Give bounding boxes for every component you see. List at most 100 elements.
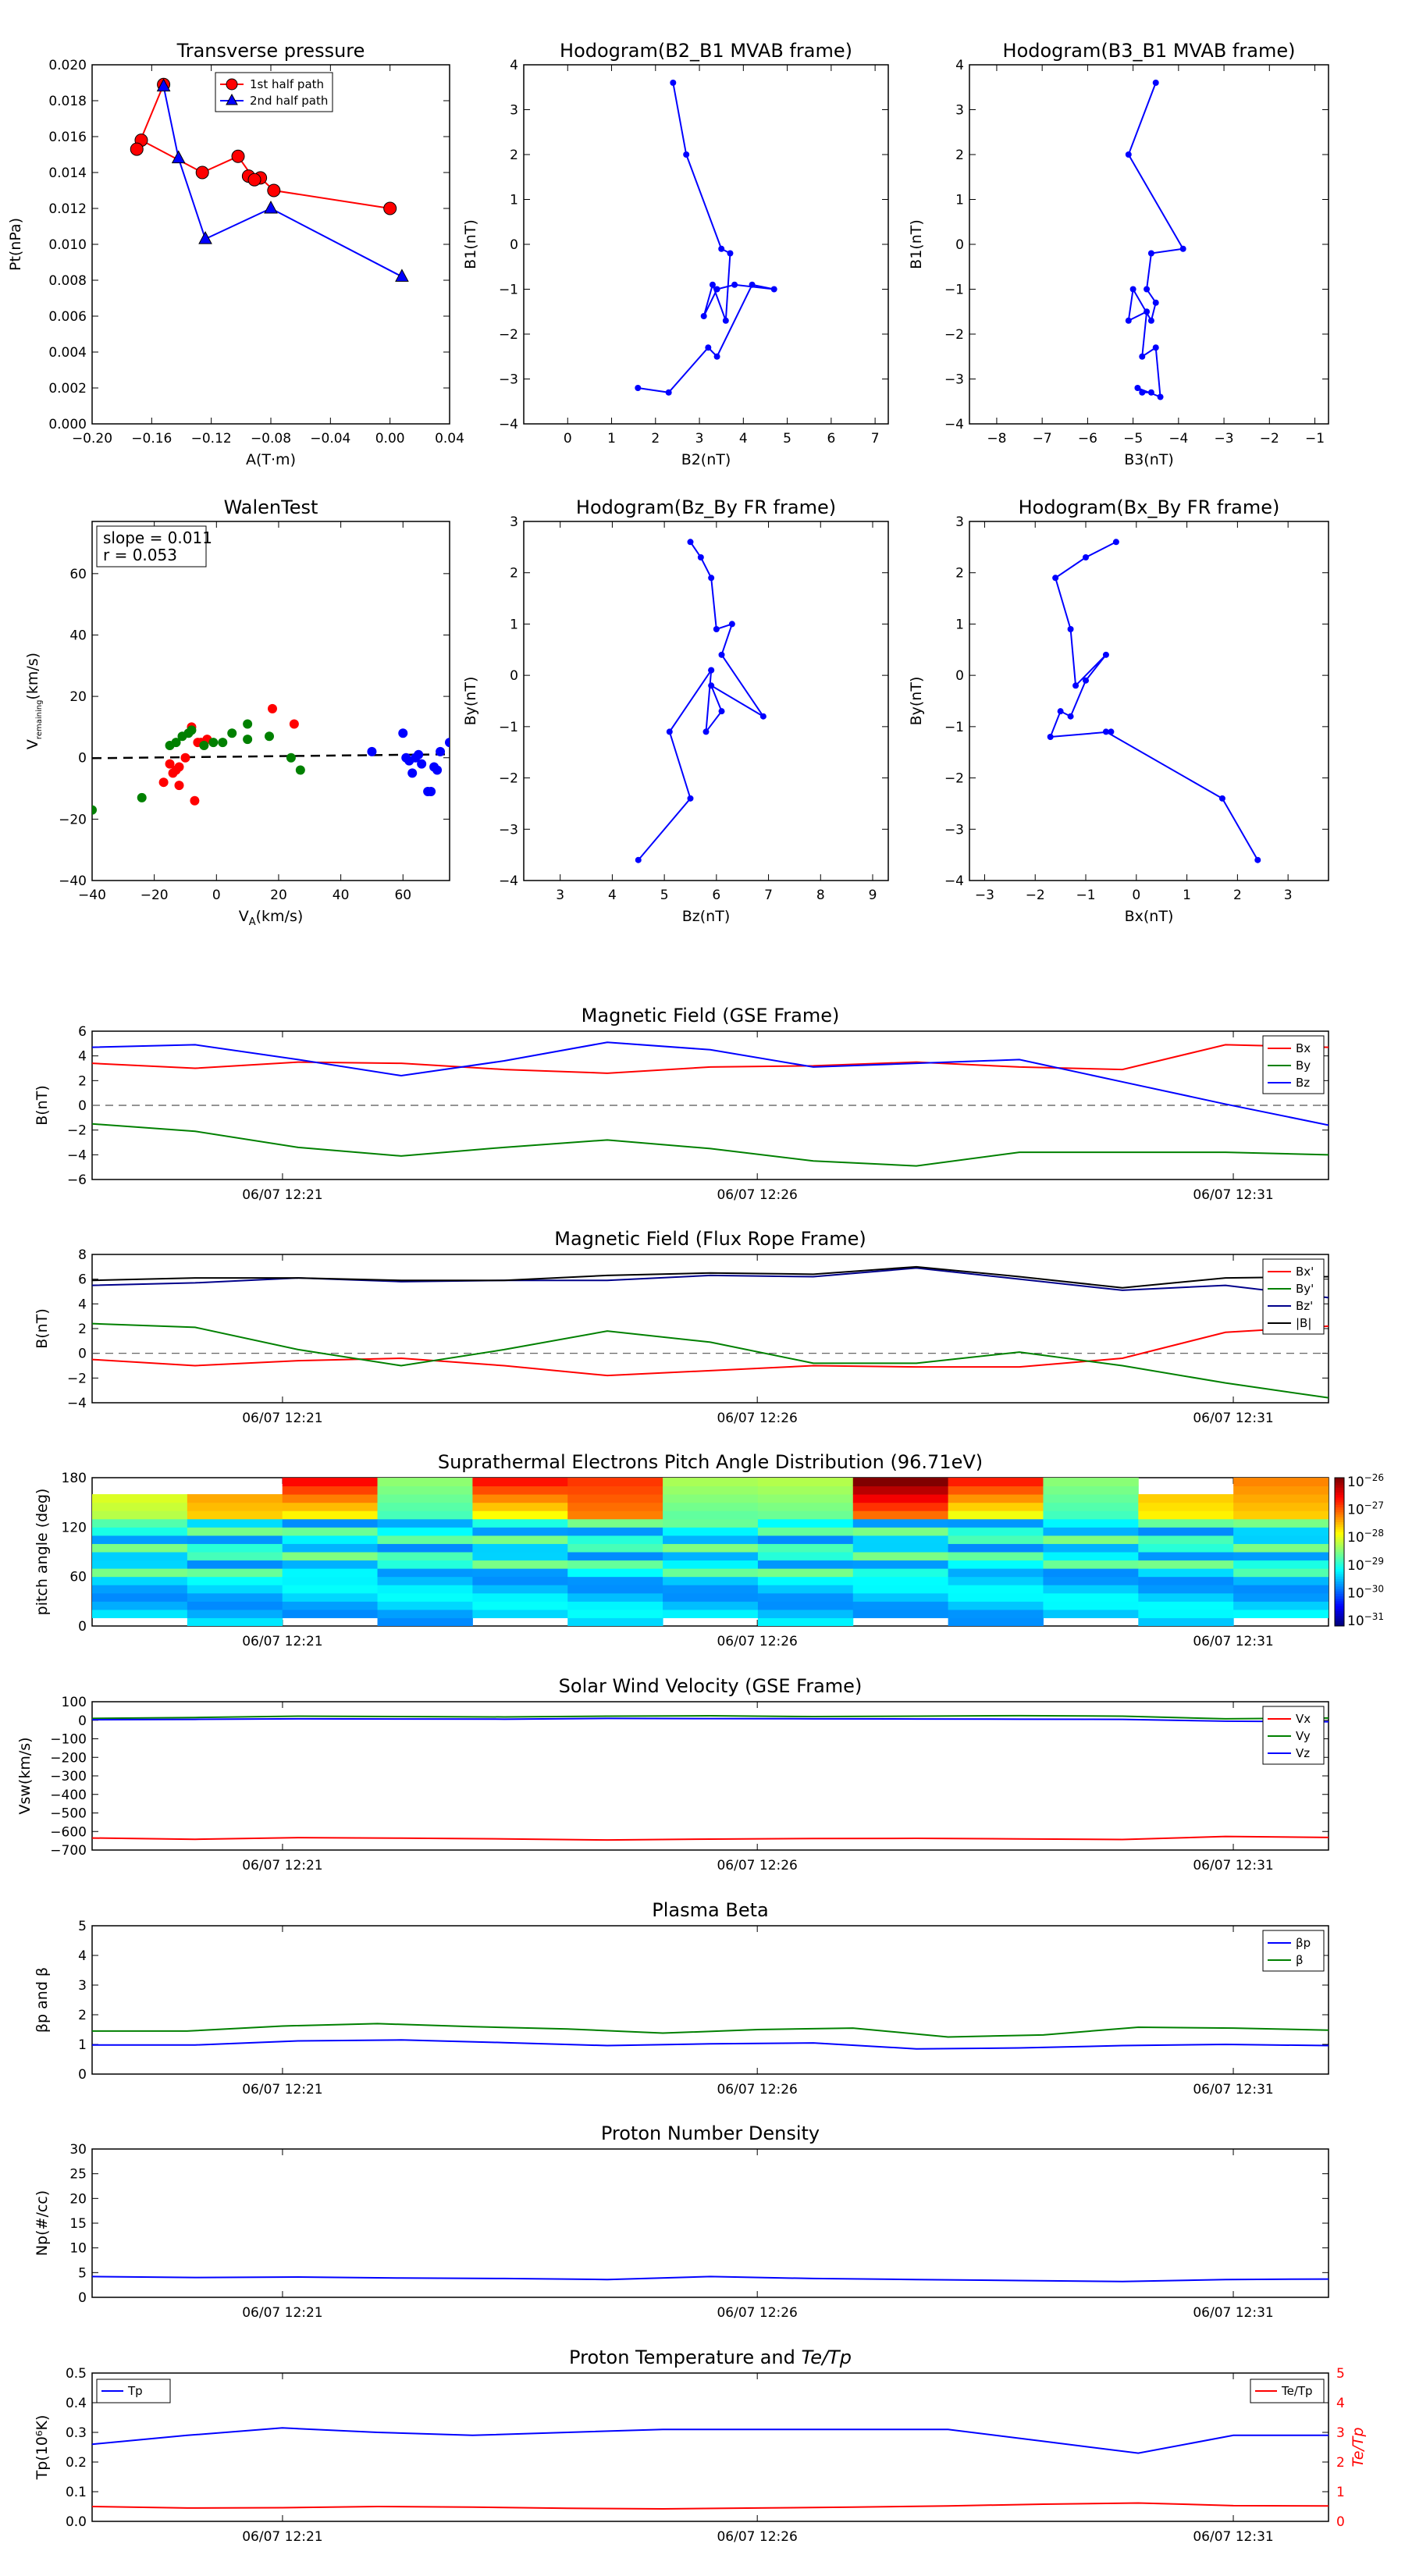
data-point <box>295 765 305 775</box>
heat-cell <box>852 1502 949 1511</box>
data-point <box>1144 308 1151 315</box>
colorbar-cell <box>1335 1574 1344 1578</box>
data-point <box>1129 286 1136 293</box>
y-tick-label: 0.010 <box>48 237 87 253</box>
colorbar: 10−2610−2710−2810−2910−3010−31 <box>1334 1472 1384 1629</box>
heat-cell <box>757 1576 854 1585</box>
data-point <box>722 317 729 324</box>
x-tick-label: 06/07 12:31 <box>1193 2305 1273 2321</box>
data-point <box>180 753 190 763</box>
heat-cell <box>663 1543 759 1553</box>
data-point <box>687 795 694 802</box>
y-axis-label-main: V <box>24 739 41 749</box>
colorbar-cell <box>1335 1586 1344 1589</box>
y-tick-label: 2 <box>78 1322 87 1337</box>
chart-title: Proton Number Density <box>601 2122 820 2144</box>
data-point <box>1057 708 1064 715</box>
chart-title-main: Proton Temperature and <box>569 2347 801 2368</box>
data-point <box>137 792 147 802</box>
x-tick-label: 06/07 12:31 <box>1193 1187 1273 1203</box>
colorbar-cell <box>1335 1510 1344 1513</box>
heat-cell <box>757 1478 854 1487</box>
y-tick-label: −200 <box>50 1750 87 1766</box>
data-point <box>1147 317 1154 324</box>
heat-cell <box>663 1609 759 1618</box>
data-point <box>700 313 707 319</box>
x-tick-label: 5 <box>783 431 791 447</box>
x-tick-label: 06/07 12:21 <box>242 2305 322 2321</box>
x-tick-label: 20 <box>270 888 287 903</box>
data-point <box>708 575 715 582</box>
heat-cell <box>663 1502 759 1511</box>
heat-cell <box>472 1609 568 1618</box>
series-line <box>92 1325 1329 1377</box>
heat-cell <box>948 1560 1044 1569</box>
y-tick-label: 40 <box>69 628 87 643</box>
heat-cell <box>1233 1478 1329 1487</box>
y-tick-label: 1 <box>78 2037 87 2053</box>
y-axis-label: B1(nT) <box>908 219 925 269</box>
y-tick-label: −700 <box>50 1843 87 1859</box>
y-tick-label: 3 <box>78 1978 87 1994</box>
colorbar-label: 10−27 <box>1347 1500 1384 1518</box>
y-tick-label: 4 <box>955 58 964 73</box>
heat-cell <box>377 1617 473 1626</box>
y-tick-label: 3 <box>955 103 964 119</box>
heat-cell <box>852 1560 949 1569</box>
data-point <box>436 746 446 756</box>
heat-cell <box>948 1502 1044 1511</box>
colorbar-cell <box>1335 1539 1344 1542</box>
annotation-text: r = 0.053 <box>103 546 177 564</box>
y-tick-label: 2 <box>510 148 518 163</box>
data-point <box>208 738 219 748</box>
x-tick-label: 7 <box>871 431 880 447</box>
colorbar-label: 10−30 <box>1347 1583 1384 1601</box>
y-tick-label: 0 <box>78 1713 87 1729</box>
y-tick-label: 0 <box>78 1619 87 1635</box>
data-point <box>1152 80 1159 86</box>
colorbar-base: 10 <box>1347 1503 1364 1518</box>
heat-cell <box>1138 1609 1234 1618</box>
series-line <box>92 1717 1329 1723</box>
chart-title: Hodogram(B2_B1 MVAB frame) <box>560 40 852 62</box>
y-tick-label: 15 <box>69 2216 87 2232</box>
data-point <box>227 728 237 738</box>
y-tick-label: −3 <box>499 372 518 388</box>
heat-cell <box>948 1518 1044 1528</box>
series-line <box>638 541 764 861</box>
heat-cell <box>282 1502 379 1511</box>
data-point <box>718 708 725 715</box>
colorbar-cell <box>1335 1599 1344 1602</box>
heat-cell <box>852 1592 949 1602</box>
heat-cell <box>567 1494 663 1503</box>
legend-label: βp <box>1296 1936 1311 1950</box>
chart-title: Magnetic Field (GSE Frame) <box>582 1005 840 1026</box>
heat-cell <box>187 1552 283 1561</box>
heat-cell <box>92 1592 188 1602</box>
heat-cell <box>282 1592 379 1602</box>
data-point <box>702 728 710 735</box>
heat-cell <box>567 1535 663 1544</box>
y-tick-label: −500 <box>50 1806 87 1822</box>
heat-cell <box>282 1535 379 1544</box>
heat-cell <box>472 1478 568 1487</box>
plot-area <box>92 2275 1329 2282</box>
heat-cell <box>1233 1560 1329 1569</box>
x-tick-label: 06/07 12:26 <box>717 2082 797 2097</box>
heat-cell <box>92 1609 188 1618</box>
heat-cell <box>1233 1592 1329 1602</box>
heat-cell <box>852 1535 949 1544</box>
legend-label: By' <box>1296 1282 1314 1296</box>
x-tick-label: 06/07 12:21 <box>242 2082 322 2097</box>
y-axis-label-unit: (km/s) <box>24 653 41 700</box>
heat-cell <box>1138 1617 1234 1626</box>
y-tick-label: 4 <box>78 1948 87 1964</box>
y-tick-label: 0.1 <box>66 2485 87 2500</box>
x-tick-label: 06/07 12:31 <box>1193 1411 1273 1426</box>
colorbar-cell <box>1335 1616 1344 1619</box>
h3-frame <box>523 521 889 881</box>
series-line <box>92 1322 1329 1399</box>
heat-cell <box>187 1502 283 1511</box>
y-tick-label: 0.014 <box>48 165 87 181</box>
colorbar-cell <box>1335 1527 1344 1530</box>
